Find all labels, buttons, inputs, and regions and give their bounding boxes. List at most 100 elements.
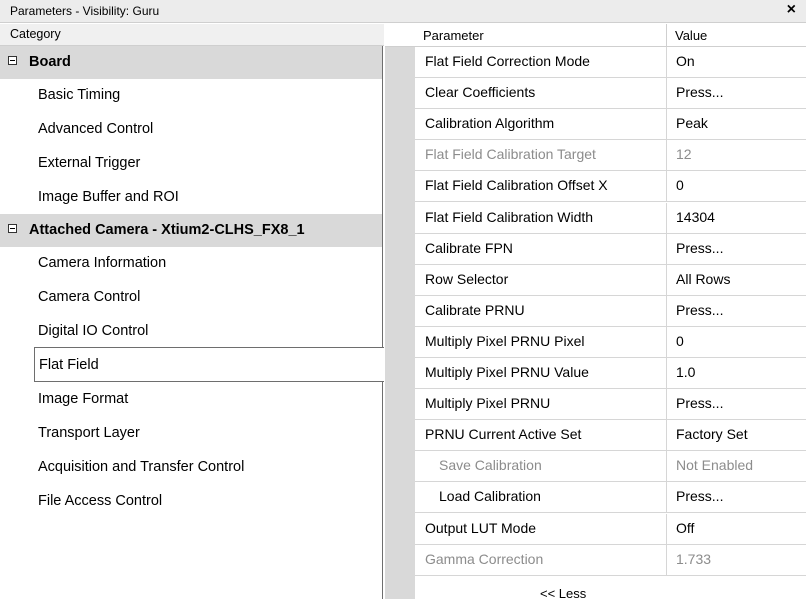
category-item[interactable]: External Trigger [0, 147, 382, 180]
parameter-value-cell[interactable]: Press... [667, 482, 806, 512]
parameter-value-cell[interactable]: Factory Set [667, 420, 806, 450]
category-item[interactable]: Transport Layer [0, 417, 382, 450]
parameter-row[interactable]: Multiply Pixel PRNU Pixel 0 [415, 326, 806, 358]
parameter-panel: Parameter Value Flat Field Correction Mo… [415, 24, 806, 601]
parameter-name: Flat Field Correction Mode [425, 53, 590, 69]
parameter-value: Press... [676, 239, 724, 256]
parameter-row[interactable]: Calibrate FPN Press... [415, 233, 806, 265]
parameter-value: All Rows [676, 270, 731, 287]
parameter-row[interactable]: Flat Field Calibration Width 14304 [415, 202, 806, 234]
parameter-value: Peak [676, 115, 708, 132]
category-item[interactable]: Image Buffer and ROI [0, 181, 382, 214]
parameter-value: 12 [676, 146, 692, 163]
parameter-name: Output LUT Mode [425, 519, 537, 536]
category-label: Image Buffer and ROI [38, 189, 179, 205]
category-item[interactable]: Advanced Control [0, 113, 382, 146]
parameter-value-cell[interactable]: 1.0 [667, 358, 806, 388]
category-item[interactable]: Basic Timing [0, 79, 382, 112]
parameter-row[interactable]: Gamma Correction 1.733 [415, 544, 806, 576]
parameter-name-cell: Multiply Pixel PRNU [415, 389, 667, 420]
parameter-name: Clear Coefficients [425, 84, 536, 101]
parameter-value-cell[interactable]: Press... [667, 78, 806, 108]
parameter-value-cell[interactable]: 0 [667, 327, 806, 357]
category-label: Acquisition and Transfer Control [38, 459, 245, 475]
parameter-value: On [676, 53, 695, 69]
parameter-name-cell: Gamma Correction [415, 544, 667, 575]
parameter-name-cell: Output LUT Mode [415, 513, 667, 544]
parameter-row[interactable]: Load Calibration Press... [415, 482, 806, 514]
parameter-value: Press... [676, 301, 724, 318]
category-label: File Access Control [38, 493, 163, 509]
parameter-row[interactable]: PRNU Current Active Set Factory Set [415, 420, 806, 452]
category-label: Camera Control [38, 289, 141, 305]
parameter-row[interactable]: Flat Field Calibration Offset X 0 [415, 171, 806, 203]
parameter-row[interactable]: Save Calibration Not Enabled [415, 451, 806, 483]
parameter-name: Flat Field Calibration Width [425, 208, 594, 225]
parameter-name: Flat Field Calibration Target [425, 146, 596, 163]
parameter-name-cell: Calibration Algorithm [415, 109, 667, 140]
parameter-value: Press... [676, 488, 724, 505]
category-group[interactable]: Board [0, 46, 382, 79]
parameter-value: 1.0 [676, 364, 696, 380]
value-column-header[interactable]: Value [667, 24, 806, 47]
parameter-name-cell: Multiply Pixel PRNU Pixel [415, 326, 667, 357]
category-item[interactable]: Acquisition and Transfer Control [0, 451, 382, 484]
parameter-row[interactable]: Flat Field Correction Mode On [415, 47, 806, 78]
category-label: Image Format [38, 391, 129, 407]
category-item[interactable]: Image Format [0, 383, 382, 416]
parameter-row[interactable]: Calibrate PRNU Press... [415, 295, 806, 327]
parameter-name: Row Selector [425, 270, 509, 287]
parameter-name: Load Calibration [439, 488, 541, 505]
parameter-name: Calibrate PRNU [425, 301, 525, 318]
parameter-value: 0 [676, 332, 684, 349]
parameter-row[interactable]: Output LUT Mode Off [415, 513, 806, 545]
parameter-name: Multiply Pixel PRNU Value [425, 364, 589, 380]
parameter-value-cell[interactable]: Peak [667, 109, 806, 139]
parameter-value: Press... [676, 395, 724, 412]
collapse-icon[interactable] [8, 224, 17, 233]
category-label: Advanced Control [38, 121, 154, 137]
parameter-row[interactable]: Clear Coefficients Press... [415, 78, 806, 110]
category-label: Digital IO Control [38, 323, 149, 339]
close-icon[interactable]: × [787, 1, 796, 19]
parameter-name-cell: Flat Field Calibration Width [415, 202, 667, 233]
gutter-header [385, 24, 415, 47]
category-item[interactable]: Flat Field [34, 347, 384, 382]
parameter-name-cell: Calibrate PRNU [415, 295, 667, 326]
parameter-value-cell[interactable]: Press... [667, 389, 806, 419]
parameter-value-cell[interactable]: 0 [667, 171, 806, 201]
parameter-value-cell: 12 [667, 140, 806, 170]
category-header-label: Category [10, 27, 61, 41]
parameter-row[interactable]: Multiply Pixel PRNU Press... [415, 389, 806, 421]
parameter-value: Press... [676, 84, 724, 101]
parameter-row[interactable]: Calibration Algorithm Peak [415, 109, 806, 141]
category-item[interactable]: Digital IO Control [0, 315, 382, 348]
parameter-column-label: Parameter [423, 28, 484, 43]
parameter-name-cell: Flat Field Calibration Target [415, 140, 667, 171]
parameter-value-cell: 1.733 [667, 545, 806, 575]
parameter-name-cell: Row Selector [415, 264, 667, 295]
parameter-name: Flat Field Calibration Offset X [425, 177, 608, 194]
parameter-value-cell[interactable]: All Rows [667, 265, 806, 295]
parameter-name: Calibration Algorithm [425, 115, 555, 132]
parameter-value-cell[interactable]: Off [667, 514, 806, 544]
category-group[interactable]: Attached Camera - Xtium2-CLHS_FX8_1 [0, 214, 382, 247]
parameter-value-cell[interactable]: 14304 [667, 203, 806, 233]
category-item[interactable]: Camera Information [0, 247, 382, 280]
parameter-row[interactable]: Flat Field Calibration Target 12 [415, 140, 806, 172]
parameter-name: Gamma Correction [425, 550, 544, 567]
category-item[interactable]: Camera Control [0, 281, 382, 314]
collapse-icon[interactable] [8, 56, 17, 65]
parameter-value-cell[interactable]: On [667, 47, 806, 77]
parameter-row[interactable]: Multiply Pixel PRNU Value 1.0 [415, 358, 806, 389]
parameter-value: 14304 [676, 208, 715, 225]
category-item[interactable]: File Access Control [0, 485, 382, 518]
title-bar: Parameters - Visibility: Guru × [0, 0, 806, 23]
category-label: External Trigger [38, 155, 141, 171]
parameter-value: 1.733 [676, 550, 712, 567]
parameter-column-header[interactable]: Parameter [415, 24, 667, 47]
parameter-value-cell[interactable]: Press... [667, 234, 806, 264]
parameter-value-cell[interactable]: Press... [667, 296, 806, 326]
category-panel: Category Board Basic Timing Advanced Contr… [0, 24, 384, 599]
parameter-row[interactable]: Row Selector All Rows [415, 264, 806, 296]
